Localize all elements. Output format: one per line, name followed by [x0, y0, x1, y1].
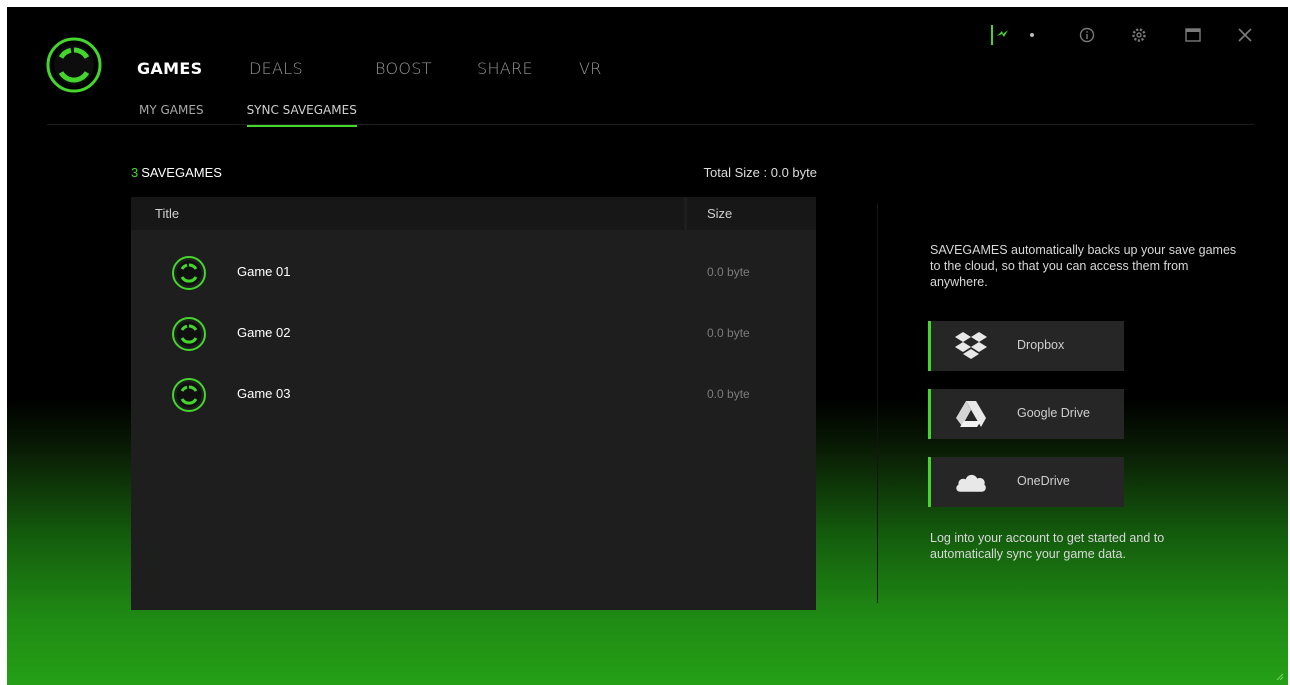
table-row[interactable]: Game 01 0.0 byte [131, 248, 816, 298]
dropdown-dot-icon[interactable] [1025, 23, 1039, 47]
header-divider [47, 124, 1254, 125]
game-size: 0.0 byte [707, 265, 750, 279]
savegames-intro: SAVEGAMES automatically backs up your sa… [930, 243, 1237, 289]
game-name: Game 01 [237, 264, 291, 279]
savegames-count: 3 [131, 165, 139, 180]
onedrive-icon [956, 474, 986, 492]
app-window: GAMES DEALS BOOST SHARE VR MY GAMES SYNC… [7, 7, 1288, 685]
dropbox-icon [955, 332, 987, 359]
razer-snake-icon[interactable] [987, 23, 1017, 47]
game-cortex-icon [172, 378, 206, 412]
game-name: Game 02 [237, 325, 291, 340]
column-size[interactable]: Size [687, 197, 816, 230]
tab-deals[interactable]: DEALS [249, 59, 375, 78]
game-name: Game 03 [237, 386, 291, 401]
total-size: Total Size : 0.0 byte [703, 165, 817, 180]
google-drive-label: Google Drive [1017, 406, 1090, 420]
table-row[interactable]: Game 03 0.0 byte [131, 370, 816, 420]
close-icon[interactable] [1233, 23, 1257, 47]
dropbox-button[interactable]: Dropbox [928, 321, 1124, 371]
game-size: 0.0 byte [707, 387, 750, 401]
tab-share[interactable]: SHARE [477, 59, 579, 78]
game-cortex-icon [172, 256, 206, 290]
savegames-table: Title Size Game 01 0.0 byte Game 02 0.0 … [131, 197, 816, 610]
table-row[interactable]: Game 02 0.0 byte [131, 309, 816, 359]
dropbox-label: Dropbox [1017, 338, 1065, 352]
savegames-label: SAVEGAMES [141, 165, 222, 180]
google-drive-icon [956, 401, 986, 427]
cortex-logo-icon[interactable] [45, 36, 103, 94]
savegames-heading: 3 SAVEGAMES Total Size : 0.0 byte [131, 165, 817, 180]
onedrive-button[interactable]: OneDrive [928, 457, 1124, 507]
info-icon[interactable] [1075, 23, 1099, 47]
panel-separator [877, 203, 878, 603]
tab-boost[interactable]: BOOST [375, 59, 477, 78]
onedrive-label: OneDrive [1017, 474, 1070, 488]
google-drive-button[interactable]: Google Drive [928, 389, 1124, 439]
column-title[interactable]: Title [131, 197, 684, 230]
game-size: 0.0 byte [707, 326, 750, 340]
login-hint: Log into your account to get started and… [930, 531, 1165, 561]
gear-icon[interactable] [1127, 23, 1151, 47]
maximize-icon[interactable] [1181, 23, 1205, 47]
tab-vr[interactable]: VR [579, 59, 619, 78]
tab-games[interactable]: GAMES [137, 59, 249, 78]
main-nav: GAMES DEALS BOOST SHARE VR [137, 59, 619, 78]
table-header: Title Size [131, 197, 816, 230]
resize-grip-icon[interactable] [1274, 671, 1284, 681]
game-cortex-icon [172, 317, 206, 351]
